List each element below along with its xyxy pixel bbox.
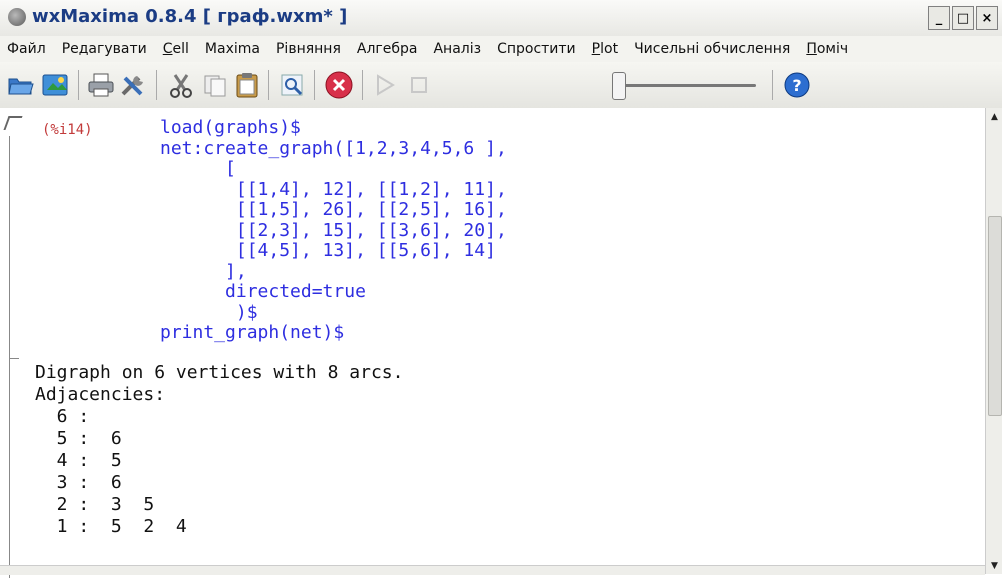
output-line: 4 : 5 <box>35 450 122 471</box>
menu-maxima[interactable]: Maxima <box>198 41 269 57</box>
menu-file[interactable]: Файл <box>0 41 55 57</box>
input-code[interactable]: load(graphs)$ net:create_graph([1,2,3,4,… <box>160 117 507 344</box>
code-line: load(graphs)$ <box>160 117 301 138</box>
copy-icon[interactable] <box>200 70 230 100</box>
code-line: )$ <box>160 301 258 323</box>
menu-edit[interactable]: Редагувати <box>55 41 156 57</box>
output-line: 5 : 6 <box>35 428 122 449</box>
stop-icon[interactable] <box>404 70 434 100</box>
toolbar-separator <box>362 70 363 100</box>
code-line: print_graph(net)$ <box>160 322 345 343</box>
toolbar-separator <box>772 70 773 100</box>
preferences-icon[interactable] <box>118 70 148 100</box>
menu-help[interactable]: Поміч <box>799 41 857 57</box>
cell-bracket-line <box>9 136 10 578</box>
vertical-scrollbar[interactable]: ▲ ▼ <box>985 108 1002 574</box>
close-button[interactable]: × <box>976 6 998 30</box>
toolbar-separator <box>156 70 157 100</box>
output-line: 3 : 6 <box>35 472 122 493</box>
toolbar-separator <box>268 70 269 100</box>
menu-plot[interactable]: Plot <box>585 41 627 57</box>
paste-icon[interactable] <box>232 70 262 100</box>
svg-text:?: ? <box>792 76 801 95</box>
help-icon[interactable]: ? <box>782 70 812 100</box>
code-line: [[1,5], 26], [[2,5], 16], <box>160 199 507 220</box>
output-line: 1 : 5 2 4 <box>35 516 187 537</box>
code-line: [[1,4], 12], [[1,2], 11], <box>160 178 507 200</box>
title-bar: wxMaxima 0.8.4 [ граф.wxm* ] _ □ × <box>0 0 1002 37</box>
input-label: (%i14) <box>42 122 93 138</box>
menu-equations[interactable]: Рівняння <box>269 41 350 57</box>
code-line: [ <box>160 158 236 179</box>
menu-analysis[interactable]: Аналіз <box>426 41 490 57</box>
animation-slider[interactable] <box>612 72 626 100</box>
window-title: wxMaxima 0.8.4 [ граф.wxm* ] <box>32 6 348 27</box>
worksheet[interactable]: (%i14) load(graphs)$ net:create_graph([1… <box>0 108 985 578</box>
scroll-up-icon[interactable]: ▲ <box>988 110 1001 123</box>
code-line: net:create_graph([1,2,3,4,5,6 ], <box>160 137 507 159</box>
code-line: [[2,3], 15], [[3,6], 20], <box>160 219 507 241</box>
scrollbar-thumb[interactable] <box>988 216 1002 416</box>
minimize-button[interactable]: _ <box>928 6 950 30</box>
toolbar-separator <box>314 70 315 100</box>
output-divider <box>9 358 19 359</box>
interrupt-icon[interactable] <box>324 70 354 100</box>
save-icon[interactable] <box>40 70 70 100</box>
open-icon[interactable] <box>6 70 36 100</box>
output-text: Digraph on 6 vertices with 8 arcs. Adjac… <box>35 362 403 538</box>
menu-cell[interactable]: Cell <box>156 41 198 57</box>
output-line: Digraph on 6 vertices with 8 arcs. <box>35 362 404 383</box>
output-line: Adjacencies: <box>35 384 166 405</box>
find-icon[interactable] <box>278 70 308 100</box>
play-icon[interactable] <box>370 70 400 100</box>
cut-icon[interactable] <box>166 70 196 100</box>
animation-slider-track <box>622 84 756 87</box>
menu-algebra[interactable]: Алгебра <box>350 41 427 57</box>
maximize-button[interactable]: □ <box>952 6 974 30</box>
menu-bar: Файл Редагувати Cell Maxima Рівняння Алг… <box>0 36 1002 62</box>
print-icon[interactable] <box>86 70 116 100</box>
code-line: [[4,5], 13], [[5,6], 14] <box>160 240 496 261</box>
toolbar: ? <box>0 62 1002 109</box>
scroll-down-icon[interactable]: ▼ <box>988 559 1001 572</box>
menu-numeric[interactable]: Чисельні обчислення <box>627 41 799 57</box>
toolbar-separator <box>78 70 79 100</box>
window-controls: _ □ × <box>928 6 998 30</box>
code-line: directed=true <box>160 281 366 302</box>
code-line: ], <box>160 260 247 282</box>
output-line: 6 : <box>35 406 90 427</box>
menu-simplify[interactable]: Спростити <box>490 41 585 57</box>
output-line: 2 : 3 5 <box>35 494 155 515</box>
cell-bracket[interactable] <box>3 116 23 130</box>
wxmaxima-logo-icon <box>8 8 26 26</box>
